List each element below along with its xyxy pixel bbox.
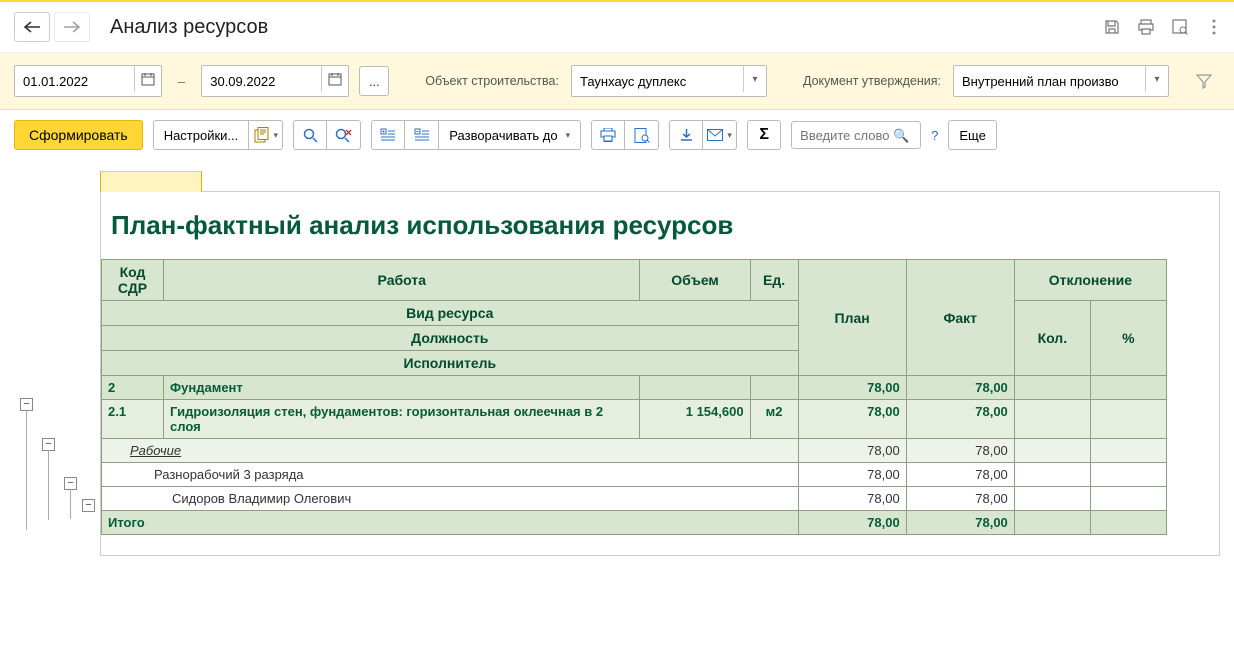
chevron-down-icon: ▾ xyxy=(566,130,571,141)
th-dev-pct: % xyxy=(1090,301,1166,376)
title-bar: Анализ ресурсов xyxy=(0,2,1234,52)
expand-to-label: Разворачивать до xyxy=(449,128,557,143)
period-select-button[interactable]: ... xyxy=(359,66,389,96)
cell-fact: 78,00 xyxy=(906,511,1014,535)
cell-plan: 78,00 xyxy=(798,376,906,400)
cell-plan: 78,00 xyxy=(798,511,906,535)
cell-fact: 78,00 xyxy=(906,376,1014,400)
th-code: Код СДР xyxy=(102,260,164,301)
expand-groups-button[interactable] xyxy=(405,120,439,150)
th-fact: Факт xyxy=(906,260,1014,376)
th-position: Должность xyxy=(102,326,799,351)
kebab-icon[interactable] xyxy=(1204,17,1224,37)
chevron-down-icon[interactable]: ▾ xyxy=(743,66,766,92)
find-button[interactable] xyxy=(293,120,327,150)
cell-plan: 78,00 xyxy=(798,487,906,511)
th-dev-qty: Кол. xyxy=(1014,301,1090,376)
cell-code: 2 xyxy=(102,376,164,400)
cell-code: 2.1 xyxy=(102,400,164,439)
settings-button[interactable]: Настройки... xyxy=(153,120,250,150)
cell-volume: 1 154,600 xyxy=(640,400,750,439)
date-from-field[interactable] xyxy=(14,65,162,97)
toolbar: Сформировать Настройки... ▾ Разворачиват… xyxy=(0,110,1234,160)
print-preview-button[interactable] xyxy=(625,120,659,150)
th-resource-type: Вид ресурса xyxy=(102,301,799,326)
object-combo[interactable]: ▾ xyxy=(571,65,767,97)
th-volume: Объем xyxy=(640,260,750,301)
cell-fact: 78,00 xyxy=(906,487,1014,511)
page-title: Анализ ресурсов xyxy=(110,16,268,39)
sum-button[interactable]: Σ xyxy=(747,120,781,150)
calendar-icon[interactable] xyxy=(321,66,348,92)
cell-position: Разнорабочий 3 разряда xyxy=(102,463,799,487)
report-table: Код СДР Работа Объем Ед. План Факт Откло… xyxy=(101,259,1181,535)
object-label: Объект строительства: xyxy=(425,74,559,89)
table-row[interactable]: Сидоров Владимир Олегович 78,00 78,00 xyxy=(102,487,1181,511)
table-row[interactable]: Разнорабочий 3 разряда 78,00 78,00 xyxy=(102,463,1181,487)
back-button[interactable] xyxy=(14,12,50,42)
filter-panel: – ... Объект строительства: ▾ Документ у… xyxy=(0,52,1234,110)
doc-combo[interactable]: ▾ xyxy=(953,65,1169,97)
report-title: План-фактный анализ использования ресурс… xyxy=(101,206,1219,259)
date-separator: – xyxy=(178,74,185,89)
cell-plan: 78,00 xyxy=(798,463,906,487)
cell-unit: м2 xyxy=(750,400,798,439)
settings-label: Настройки... xyxy=(164,128,239,143)
tree-gutter: − − − − xyxy=(14,170,100,556)
print-icon[interactable] xyxy=(1136,17,1156,37)
cell-fact: 78,00 xyxy=(906,463,1014,487)
save-icon[interactable] xyxy=(1102,17,1122,37)
th-performer: Исполнитель xyxy=(102,351,799,376)
chevron-down-icon[interactable]: ▾ xyxy=(1145,66,1168,92)
date-to-field[interactable] xyxy=(201,65,349,97)
collapse-groups-button[interactable] xyxy=(371,120,405,150)
print-button[interactable] xyxy=(591,120,625,150)
more-button[interactable]: Еще xyxy=(948,120,996,150)
th-unit: Ед. xyxy=(750,260,798,301)
calendar-icon[interactable] xyxy=(134,66,161,92)
table-total-row: Итого 78,00 78,00 xyxy=(102,511,1181,535)
expand-to-button[interactable]: Разворачивать до ▾ xyxy=(439,120,581,150)
table-row[interactable]: 2.1 Гидроизоляция стен, фундаментов: гор… xyxy=(102,400,1181,439)
forward-button[interactable] xyxy=(54,12,90,42)
doc-label: Документ утверждения: xyxy=(803,74,941,89)
table-row[interactable]: 2 Фундамент 78,00 78,00 xyxy=(102,376,1181,400)
cell-work: Гидроизоляция стен, фундаментов: горизон… xyxy=(164,400,640,439)
send-report-button[interactable]: ▾ xyxy=(703,120,737,150)
settings-variants-button[interactable]: ▾ xyxy=(249,120,283,150)
open-new-icon[interactable] xyxy=(1170,17,1190,37)
cell-resource: Рабочие xyxy=(102,439,799,463)
cell-total-label: Итого xyxy=(102,511,799,535)
tree-collapse-toggle[interactable]: − xyxy=(82,499,95,512)
th-work: Работа xyxy=(164,260,640,301)
object-input[interactable] xyxy=(571,65,767,97)
save-report-button[interactable] xyxy=(669,120,703,150)
cell-performer: Сидоров Владимир Олегович xyxy=(102,487,799,511)
report: План-фактный анализ использования ресурс… xyxy=(100,170,1220,556)
cell-work: Фундамент xyxy=(164,376,640,400)
cell-fact: 78,00 xyxy=(906,400,1014,439)
help-link[interactable]: ? xyxy=(931,128,938,143)
cell-plan: 78,00 xyxy=(798,400,906,439)
generate-button[interactable]: Сформировать xyxy=(14,120,143,150)
cell-fact: 78,00 xyxy=(906,439,1014,463)
th-plan: План xyxy=(798,260,906,376)
doc-input[interactable] xyxy=(953,65,1169,97)
cell-plan: 78,00 xyxy=(798,439,906,463)
th-deviation: Отклонение xyxy=(1014,260,1166,301)
search-input[interactable] xyxy=(791,121,921,149)
report-tab[interactable] xyxy=(100,171,202,192)
table-row[interactable]: Рабочие 78,00 78,00 xyxy=(102,439,1181,463)
funnel-icon[interactable] xyxy=(1194,71,1214,91)
find-cancel-button[interactable] xyxy=(327,120,361,150)
